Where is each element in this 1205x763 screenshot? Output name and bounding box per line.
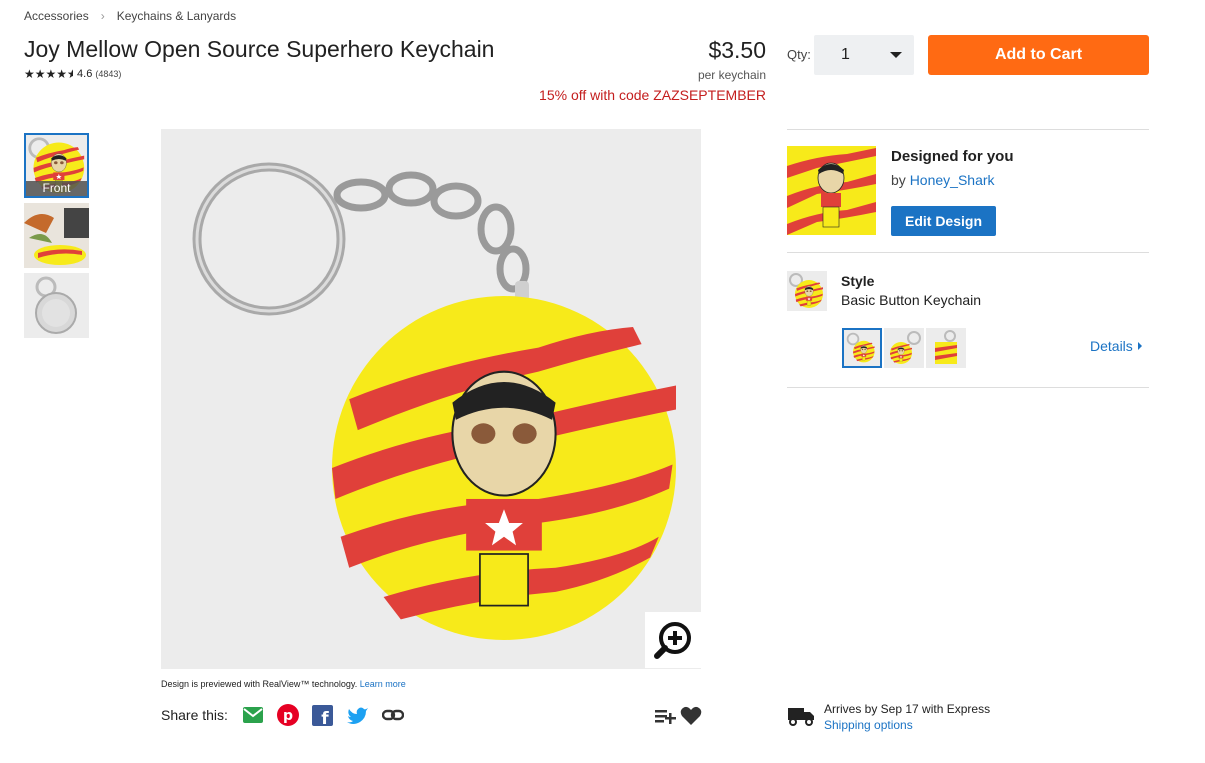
save-actions bbox=[654, 706, 702, 726]
style-label: Style bbox=[841, 273, 875, 289]
shipping-options-link[interactable]: Shipping options bbox=[824, 718, 990, 732]
design-title: Designed for you bbox=[891, 148, 1014, 165]
thumbnail-back[interactable] bbox=[24, 273, 89, 338]
share-bar: Share this: p f bbox=[161, 704, 417, 726]
arrival-text: Arrives by Sep 17 with Express bbox=[824, 702, 991, 716]
promo-text: 15% off with code ZAZSEPTEMBER bbox=[539, 87, 766, 103]
style-option-square[interactable] bbox=[926, 328, 966, 368]
button-keychain-image bbox=[844, 330, 880, 366]
twitter-icon[interactable] bbox=[346, 704, 369, 726]
breadcrumb-keychains[interactable]: Keychains & Lanyards bbox=[117, 9, 236, 23]
caret-down-icon bbox=[890, 52, 902, 58]
edit-design-button[interactable]: Edit Design bbox=[891, 206, 996, 236]
thumbnail-front[interactable]: Front bbox=[24, 133, 89, 198]
facebook-icon[interactable]: f bbox=[312, 704, 334, 726]
divider bbox=[787, 129, 1149, 130]
chevron-right-icon: › bbox=[100, 9, 105, 23]
shipping-info: Arrives by Sep 17 with Express Shipping … bbox=[787, 702, 990, 732]
zoom-button[interactable] bbox=[645, 612, 701, 668]
divider bbox=[787, 252, 1149, 253]
design-image bbox=[787, 146, 876, 235]
style-value: Basic Button Keychain bbox=[841, 292, 982, 308]
keychain-back-image bbox=[24, 273, 89, 338]
caret-right-icon bbox=[1137, 342, 1142, 350]
style-option-bottle-opener[interactable] bbox=[884, 328, 924, 368]
add-to-list-icon[interactable] bbox=[654, 707, 676, 725]
designer-prefix: by bbox=[891, 172, 906, 188]
svg-text:p: p bbox=[283, 708, 293, 724]
details-label: Details bbox=[1090, 338, 1133, 354]
add-to-cart-button[interactable]: Add to Cart bbox=[928, 35, 1149, 75]
designer-credit: by Honey_Shark bbox=[891, 172, 995, 188]
star-rating-icon: ★★★★★ bbox=[24, 67, 74, 81]
svg-text:f: f bbox=[322, 709, 330, 726]
learn-more-link[interactable]: Learn more bbox=[360, 679, 406, 689]
keychain-lifestyle-image bbox=[24, 203, 89, 268]
breadcrumb-accessories[interactable]: Accessories bbox=[24, 9, 89, 23]
style-image bbox=[787, 271, 827, 311]
details-link[interactable]: Details bbox=[1090, 338, 1142, 354]
qty-value: 1 bbox=[841, 46, 850, 63]
main-product-image[interactable] bbox=[161, 129, 701, 669]
zoom-in-icon bbox=[654, 622, 691, 659]
rating-count: (4843) bbox=[95, 69, 122, 79]
price: $3.50 bbox=[708, 37, 766, 63]
keychain-image bbox=[161, 129, 701, 669]
rating-value: 4.6 bbox=[77, 68, 93, 80]
bottle-opener-keychain-image bbox=[884, 328, 924, 368]
rating[interactable]: ★★★★★ 4.6 (4843) bbox=[24, 67, 121, 81]
breadcrumb: Accessories › Keychains & Lanyards bbox=[24, 9, 236, 23]
thumbnail-label: Front bbox=[26, 181, 87, 196]
link-icon[interactable] bbox=[381, 704, 404, 726]
square-keychain-image bbox=[926, 328, 966, 368]
email-icon[interactable] bbox=[242, 704, 264, 726]
heart-icon[interactable] bbox=[680, 706, 702, 726]
divider bbox=[787, 387, 1149, 388]
quantity-select[interactable]: 1 bbox=[814, 35, 914, 75]
price-unit: per keychain bbox=[697, 68, 766, 82]
style-option-button[interactable] bbox=[842, 328, 882, 368]
product-title: Joy Mellow Open Source Superhero Keychai… bbox=[24, 36, 495, 62]
style-thumbnail bbox=[787, 271, 827, 311]
realview-text: Design is previewed with RealView™ techn… bbox=[161, 679, 358, 689]
thumbnail-lifestyle[interactable] bbox=[24, 203, 89, 268]
share-label: Share this: bbox=[161, 707, 228, 723]
designer-link[interactable]: Honey_Shark bbox=[910, 172, 995, 188]
pinterest-icon[interactable]: p bbox=[276, 704, 299, 726]
truck-icon bbox=[787, 706, 815, 726]
realview-note: Design is previewed with RealView™ techn… bbox=[161, 679, 406, 689]
design-thumbnail[interactable] bbox=[787, 146, 876, 235]
qty-label: Qty: bbox=[787, 47, 811, 62]
